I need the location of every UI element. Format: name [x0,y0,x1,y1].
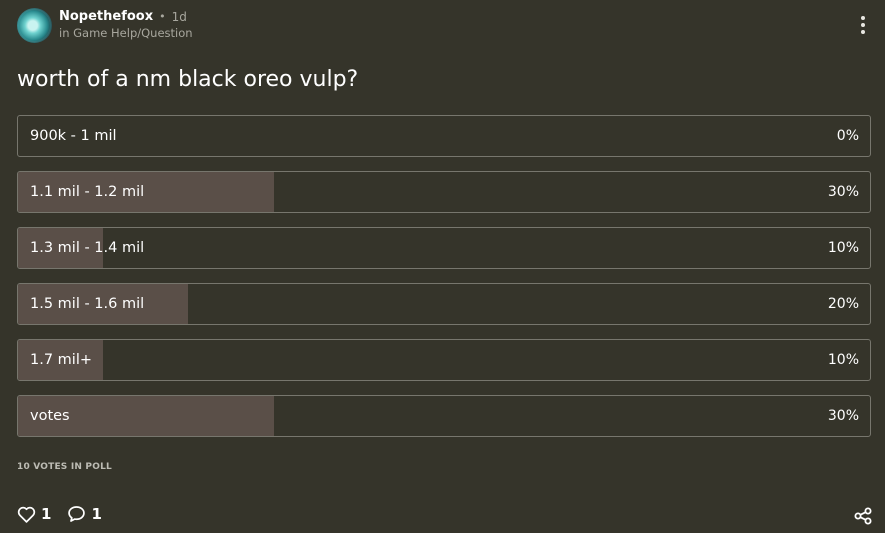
share-icon[interactable] [853,506,873,526]
author-line: Nopethefoox • 1d [59,10,193,23]
poll-option-label: 1.5 mil - 1.6 mil [30,296,145,312]
like-button[interactable]: 1 [17,505,51,523]
poll-option-percent: 0% [836,128,859,144]
poll-option-percent: 30% [827,184,859,200]
post-title: worth of a nm black oreo vulp? [17,67,359,92]
heart-icon [17,506,36,523]
post-meta: Nopethefoox • 1d in Game Help/Question [59,10,193,40]
post-footer: 1 1 [17,505,118,523]
poll-option[interactable]: 1.3 mil - 1.4 mil 10% [17,227,871,269]
post-category[interactable]: in Game Help/Question [59,28,193,40]
comment-button[interactable]: 1 [67,505,102,523]
poll-option[interactable]: 1.1 mil - 1.2 mil 30% [17,171,871,213]
author-name[interactable]: Nopethefoox [59,10,153,23]
avatar[interactable] [17,7,52,43]
poll-option-label: 1.1 mil - 1.2 mil [30,184,145,200]
poll-option[interactable]: 900k - 1 mil 0% [17,115,871,157]
poll-option[interactable]: 1.5 mil - 1.6 mil 20% [17,283,871,325]
poll-vote-count: 10 VOTES IN POLL [17,462,112,472]
poll-option-percent: 20% [827,296,859,312]
meta-separator: • [159,10,166,24]
poll-option-selected[interactable]: votes 30% [17,395,871,437]
comment-bubble-icon [68,506,86,522]
poll-option-label: 1.7 mil+ [30,352,93,368]
more-vertical-icon[interactable] [858,16,868,36]
post-time: 1d [171,9,187,24]
poll: 900k - 1 mil 0% 1.1 mil - 1.2 mil 30% 1.… [17,115,871,451]
poll-option[interactable]: 1.7 mil+ 10% [17,339,871,381]
poll-option-label: 1.3 mil - 1.4 mil [30,240,145,256]
poll-option-percent: 10% [827,240,859,256]
poll-option-percent: 30% [827,408,859,424]
poll-option-percent: 10% [827,352,859,368]
post-header: Nopethefoox • 1d in Game Help/Question [17,7,193,43]
comment-count: 1 [91,505,102,523]
poll-option-label: 900k - 1 mil [30,128,117,144]
poll-option-label: votes [30,408,70,424]
like-count: 1 [41,505,52,523]
